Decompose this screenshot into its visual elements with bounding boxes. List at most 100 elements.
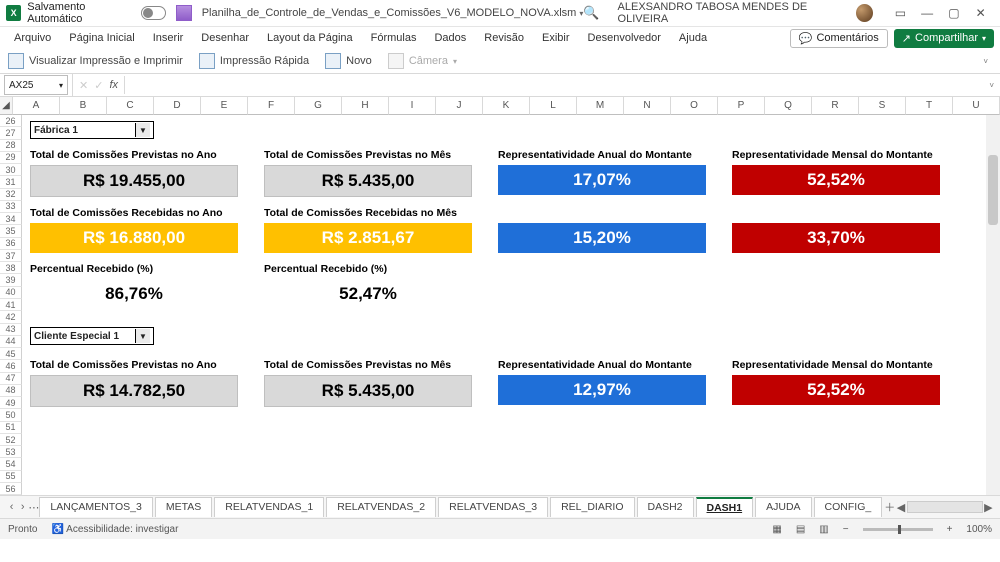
column-header[interactable]: J bbox=[436, 97, 483, 115]
menu-inserir[interactable]: Inserir bbox=[145, 29, 192, 47]
search-icon[interactable]: 🔍 bbox=[583, 5, 599, 21]
row-header[interactable]: 51 bbox=[0, 422, 22, 434]
view-normal-icon[interactable]: ▦ bbox=[772, 524, 781, 535]
share-button[interactable]: ↗ Compartilhar ▾ bbox=[894, 29, 994, 48]
row-header[interactable]: 50 bbox=[0, 409, 22, 421]
sheet-tab-config_[interactable]: CONFIG_ bbox=[814, 497, 883, 517]
column-header[interactable]: L bbox=[530, 97, 577, 115]
tab-list-menu[interactable]: ⋯ bbox=[28, 501, 39, 514]
row-header[interactable]: 47 bbox=[0, 373, 22, 385]
column-header[interactable]: P bbox=[718, 97, 765, 115]
toggle-off-icon[interactable] bbox=[141, 6, 166, 20]
fx-icon[interactable]: fx bbox=[109, 79, 118, 91]
comments-button[interactable]: 💬 Comentários bbox=[790, 29, 888, 48]
sheet-tab-dash2[interactable]: DASH2 bbox=[637, 497, 694, 517]
print-preview-button[interactable]: Visualizar Impressão e Imprimir bbox=[8, 53, 183, 69]
column-header[interactable]: T bbox=[906, 97, 953, 115]
select-all-triangle[interactable]: ◢ bbox=[0, 97, 13, 115]
column-header[interactable]: E bbox=[201, 97, 248, 115]
zoom-slider[interactable] bbox=[863, 528, 933, 531]
row-header[interactable]: 53 bbox=[0, 446, 22, 458]
row-header[interactable]: 55 bbox=[0, 471, 22, 483]
column-header[interactable]: C bbox=[107, 97, 154, 115]
factory-dropdown[interactable]: Fábrica 1 ▼ bbox=[30, 121, 154, 139]
hscroll-left[interactable]: ◀ bbox=[895, 501, 906, 514]
sheet-tab-ajuda[interactable]: AJUDA bbox=[755, 497, 811, 517]
column-header[interactable]: B bbox=[60, 97, 107, 115]
column-header[interactable]: R bbox=[812, 97, 859, 115]
menu-p-gina-inicial[interactable]: Página Inicial bbox=[61, 29, 142, 47]
sheet-tab-relatvendas_3[interactable]: RELATVENDAS_3 bbox=[438, 497, 548, 517]
row-header[interactable]: 39 bbox=[0, 274, 22, 286]
worksheet[interactable]: 2627282930313233343536373839404142434445… bbox=[0, 115, 1000, 495]
row-header[interactable]: 56 bbox=[0, 483, 22, 495]
tab-scroll-right[interactable]: › bbox=[17, 501, 28, 513]
autosave-toggle[interactable]: Salvamento Automático bbox=[27, 1, 166, 25]
filename[interactable]: Planilha_de_Controle_de_Vendas_e_Comissõ… bbox=[202, 7, 584, 19]
row-header[interactable]: 40 bbox=[0, 287, 22, 299]
zoom-in-button[interactable]: + bbox=[947, 524, 953, 535]
menu-desenhar[interactable]: Desenhar bbox=[193, 29, 257, 47]
row-header[interactable]: 32 bbox=[0, 189, 22, 201]
row-header[interactable]: 36 bbox=[0, 238, 22, 250]
ribbon-mode-icon[interactable]: ▭ bbox=[887, 6, 914, 20]
row-header[interactable]: 54 bbox=[0, 458, 22, 470]
menu-revis-o[interactable]: Revisão bbox=[476, 29, 532, 47]
menu-desenvolvedor[interactable]: Desenvolvedor bbox=[580, 29, 669, 47]
column-header[interactable]: I bbox=[389, 97, 436, 115]
row-header[interactable]: 41 bbox=[0, 299, 22, 311]
zoom-out-button[interactable]: − bbox=[843, 524, 849, 535]
camera-button[interactable]: Câmera▾ bbox=[388, 53, 457, 69]
row-header[interactable]: 38 bbox=[0, 262, 22, 274]
column-header[interactable]: M bbox=[577, 97, 624, 115]
row-header[interactable]: 43 bbox=[0, 324, 22, 336]
vertical-scrollbar[interactable] bbox=[986, 115, 1000, 495]
column-header[interactable]: D bbox=[154, 97, 201, 115]
close-button[interactable]: ✕ bbox=[967, 6, 994, 20]
column-header[interactable]: S bbox=[859, 97, 906, 115]
row-header[interactable]: 49 bbox=[0, 397, 22, 409]
zoom-level[interactable]: 100% bbox=[966, 524, 992, 535]
column-header[interactable]: N bbox=[624, 97, 671, 115]
sheet-tab-relatvendas_1[interactable]: RELATVENDAS_1 bbox=[214, 497, 324, 517]
column-header[interactable]: Q bbox=[765, 97, 812, 115]
column-header[interactable]: U bbox=[953, 97, 1000, 115]
menu-dados[interactable]: Dados bbox=[426, 29, 474, 47]
row-header[interactable]: 52 bbox=[0, 434, 22, 446]
tab-scroll-left[interactable]: ‹ bbox=[6, 501, 17, 513]
menu-ajuda[interactable]: Ajuda bbox=[671, 29, 715, 47]
quick-print-button[interactable]: Impressão Rápida bbox=[199, 53, 309, 69]
column-header[interactable]: A bbox=[13, 97, 60, 115]
formula-input[interactable] bbox=[124, 76, 983, 94]
menu-f-rmulas[interactable]: Fórmulas bbox=[363, 29, 425, 47]
column-header[interactable]: G bbox=[295, 97, 342, 115]
view-pagebreak-icon[interactable]: ▥ bbox=[819, 524, 828, 535]
sheet-canvas[interactable]: Fábrica 1 ▼ Total de Comissões Previstas… bbox=[22, 115, 1000, 495]
client-dropdown[interactable]: Cliente Especial 1 ▼ bbox=[30, 327, 154, 345]
column-header[interactable]: F bbox=[248, 97, 295, 115]
row-header[interactable]: 27 bbox=[0, 127, 22, 139]
row-header[interactable]: 48 bbox=[0, 385, 22, 397]
row-header[interactable]: 26 bbox=[0, 115, 22, 127]
sheet-tab-dash1[interactable]: DASH1 bbox=[696, 497, 754, 517]
row-header[interactable]: 42 bbox=[0, 311, 22, 323]
name-box[interactable]: AX25▾ bbox=[4, 75, 68, 95]
row-header[interactable]: 28 bbox=[0, 140, 22, 152]
menu-layout-da-p-gina[interactable]: Layout da Página bbox=[259, 29, 361, 47]
row-header[interactable]: 30 bbox=[0, 164, 22, 176]
row-header[interactable]: 33 bbox=[0, 201, 22, 213]
save-icon[interactable] bbox=[176, 5, 191, 21]
row-header[interactable]: 44 bbox=[0, 336, 22, 348]
maximize-button[interactable]: ▢ bbox=[941, 6, 968, 20]
sheet-tab-rel_diario[interactable]: REL_DIARIO bbox=[550, 497, 634, 517]
row-header[interactable]: 31 bbox=[0, 176, 22, 188]
horizontal-scrollbar[interactable] bbox=[907, 501, 983, 513]
menu-exibir[interactable]: Exibir bbox=[534, 29, 578, 47]
sheet-tab-metas[interactable]: METAS bbox=[155, 497, 212, 517]
minimize-button[interactable]: — bbox=[914, 6, 941, 20]
column-header[interactable]: O bbox=[671, 97, 718, 115]
menu-arquivo[interactable]: Arquivo bbox=[6, 29, 59, 47]
column-header[interactable]: K bbox=[483, 97, 530, 115]
sheet-tab-relatvendas_2[interactable]: RELATVENDAS_2 bbox=[326, 497, 436, 517]
new-button[interactable]: Novo bbox=[325, 53, 372, 69]
